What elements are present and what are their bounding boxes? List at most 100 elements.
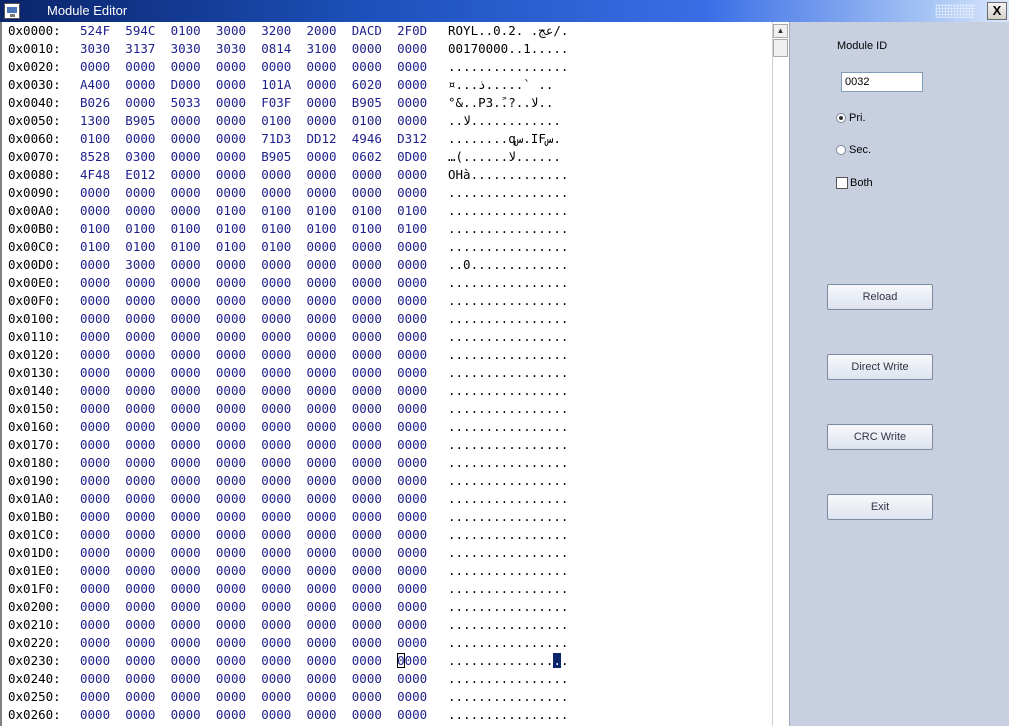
hex-word[interactable]: 0100: [216, 202, 261, 220]
hex-row[interactable]: 0x0210: 0000 0000 0000 0000 0000 0000 0000 0000.…: [8, 616, 568, 634]
hex-row[interactable]: 0x0090: 0000 0000 0000 0000 0000 0000 0000 0000.…: [8, 184, 568, 202]
hex-word[interactable]: 594C: [125, 22, 170, 40]
hex-word[interactable]: 0000: [306, 400, 351, 418]
hex-word[interactable]: 0100: [261, 238, 306, 256]
hex-ascii[interactable]: ................: [448, 382, 568, 400]
radio-pri-circle[interactable]: [836, 113, 846, 124]
hex-word[interactable]: 0000: [125, 310, 170, 328]
hex-word[interactable]: 0000: [171, 166, 216, 184]
hex-word[interactable]: 0000: [125, 544, 170, 562]
hex-word[interactable]: 2000: [306, 22, 351, 40]
hex-word[interactable]: 0000: [216, 184, 261, 202]
hex-word[interactable]: 0000: [352, 364, 397, 382]
hex-word[interactable]: 0000: [171, 490, 216, 508]
hex-word[interactable]: 0000: [171, 634, 216, 652]
hex-ascii[interactable]: …(......لا......: [448, 148, 561, 166]
hex-word[interactable]: 0000: [125, 346, 170, 364]
hex-row[interactable]: 0x0180: 0000 0000 0000 0000 0000 0000 0000 0000.…: [8, 454, 568, 472]
hex-word[interactable]: 0000: [306, 310, 351, 328]
hex-word[interactable]: 0000: [397, 94, 442, 112]
hex-word[interactable]: 3030: [216, 40, 261, 58]
hex-word[interactable]: 0000: [216, 706, 261, 724]
hex-row[interactable]: 0x0220: 0000 0000 0000 0000 0000 0000 0000 0000.…: [8, 634, 568, 652]
hex-word[interactable]: 0300: [125, 148, 170, 166]
hex-row[interactable]: 0x00A0: 0000 0000 0000 0100 0100 0100 0100 0100.…: [8, 202, 568, 220]
hex-word[interactable]: 0100: [80, 238, 125, 256]
hex-word[interactable]: 0000: [397, 184, 442, 202]
hex-ascii[interactable]: ..0.............: [448, 256, 568, 274]
hex-ascii[interactable]: 00170000..1.....: [448, 40, 568, 58]
hex-word[interactable]: 0000: [352, 580, 397, 598]
hex-word[interactable]: 0000: [306, 652, 351, 670]
hex-word[interactable]: 0000: [261, 364, 306, 382]
hex-word[interactable]: 0000: [171, 580, 216, 598]
hex-row[interactable]: 0x0240: 0000 0000 0000 0000 0000 0000 0000 0000.…: [8, 670, 568, 688]
hex-word[interactable]: 0000: [306, 706, 351, 724]
hex-word[interactable]: 0000: [171, 670, 216, 688]
hex-word[interactable]: 0000: [397, 436, 442, 454]
hex-word[interactable]: 0000: [80, 58, 125, 76]
hex-word[interactable]: 0000: [352, 418, 397, 436]
hex-word[interactable]: A400: [80, 76, 125, 94]
hex-word[interactable]: 0000: [80, 562, 125, 580]
hex-word[interactable]: 0000: [261, 616, 306, 634]
hex-word[interactable]: 0000: [80, 328, 125, 346]
hex-word[interactable]: 0000: [171, 310, 216, 328]
hex-row[interactable]: 0x0050: 1300 B905 0000 0000 0100 0000 0100 0000.…: [8, 112, 561, 130]
hex-word[interactable]: 0000: [171, 598, 216, 616]
hex-row[interactable]: 0x00D0: 0000 3000 0000 0000 0000 0000 0000 0000.…: [8, 256, 568, 274]
hex-word[interactable]: 0000: [171, 436, 216, 454]
hex-word[interactable]: 3137: [125, 40, 170, 58]
hex-word[interactable]: 0000: [352, 400, 397, 418]
hex-word[interactable]: 0000: [306, 544, 351, 562]
hex-row[interactable]: 0x0060: 0100 0000 0000 0000 71D3 DD12 4946 D312.…: [8, 130, 561, 148]
hex-word[interactable]: 0000: [352, 652, 397, 670]
hex-word[interactable]: 0000: [397, 598, 442, 616]
hex-row[interactable]: 0x00F0: 0000 0000 0000 0000 0000 0000 0000 0000.…: [8, 292, 568, 310]
hex-word[interactable]: 0000: [397, 472, 442, 490]
hex-word[interactable]: 0100: [352, 112, 397, 130]
hex-word[interactable]: 0100: [261, 112, 306, 130]
hex-word[interactable]: 0000: [261, 166, 306, 184]
hex-row[interactable]: 0x01D0: 0000 0000 0000 0000 0000 0000 0000 0000.…: [8, 544, 568, 562]
hex-word[interactable]: 0000: [171, 148, 216, 166]
hex-ascii[interactable]: ..لا............: [448, 112, 561, 130]
hex-word[interactable]: 0000: [397, 544, 442, 562]
app-icon[interactable]: [4, 3, 20, 19]
hex-word[interactable]: 0000: [261, 634, 306, 652]
hex-word[interactable]: 3200: [261, 22, 306, 40]
hex-word[interactable]: 71D3: [261, 130, 306, 148]
hex-ascii[interactable]: ................: [448, 544, 568, 562]
hex-word[interactable]: 0000: [171, 364, 216, 382]
hex-word[interactable]: 0000: [397, 670, 442, 688]
hex-word[interactable]: 0000: [216, 670, 261, 688]
hex-ascii[interactable]: OHà.............: [448, 166, 568, 184]
hex-word[interactable]: 3000: [125, 256, 170, 274]
hex-word[interactable]: 0000: [125, 562, 170, 580]
scroll-up-arrow-icon[interactable]: ▲: [773, 24, 788, 38]
hex-word[interactable]: 0000: [216, 418, 261, 436]
hex-word[interactable]: 0000: [125, 652, 170, 670]
hex-row[interactable]: 0x0070: 8528 0300 0000 0000 B905 0000 0602 0D00……: [8, 148, 561, 166]
hex-word[interactable]: 0100: [125, 238, 170, 256]
hex-word[interactable]: 0100: [80, 130, 125, 148]
hex-word[interactable]: 0000: [306, 688, 351, 706]
hex-word[interactable]: 0000: [352, 544, 397, 562]
direct-write-button[interactable]: Direct Write: [827, 354, 933, 380]
hex-word[interactable]: 0000: [352, 346, 397, 364]
hex-word[interactable]: 0000: [352, 706, 397, 724]
hex-word[interactable]: 0000: [216, 436, 261, 454]
hex-word[interactable]: 0000: [261, 310, 306, 328]
hex-word[interactable]: 0000: [261, 400, 306, 418]
hex-word[interactable]: 0100: [397, 220, 442, 238]
hex-word[interactable]: 4946: [352, 130, 397, 148]
hex-word[interactable]: 0000: [261, 328, 306, 346]
hex-word[interactable]: 0000: [125, 76, 170, 94]
hex-word[interactable]: 0000: [306, 238, 351, 256]
hex-word[interactable]: 0000: [171, 292, 216, 310]
hex-word[interactable]: 0000: [80, 706, 125, 724]
hex-word[interactable]: 0000: [352, 670, 397, 688]
hex-word[interactable]: 0000: [216, 580, 261, 598]
hex-word[interactable]: 0000: [171, 544, 216, 562]
hex-word[interactable]: 0000: [306, 580, 351, 598]
